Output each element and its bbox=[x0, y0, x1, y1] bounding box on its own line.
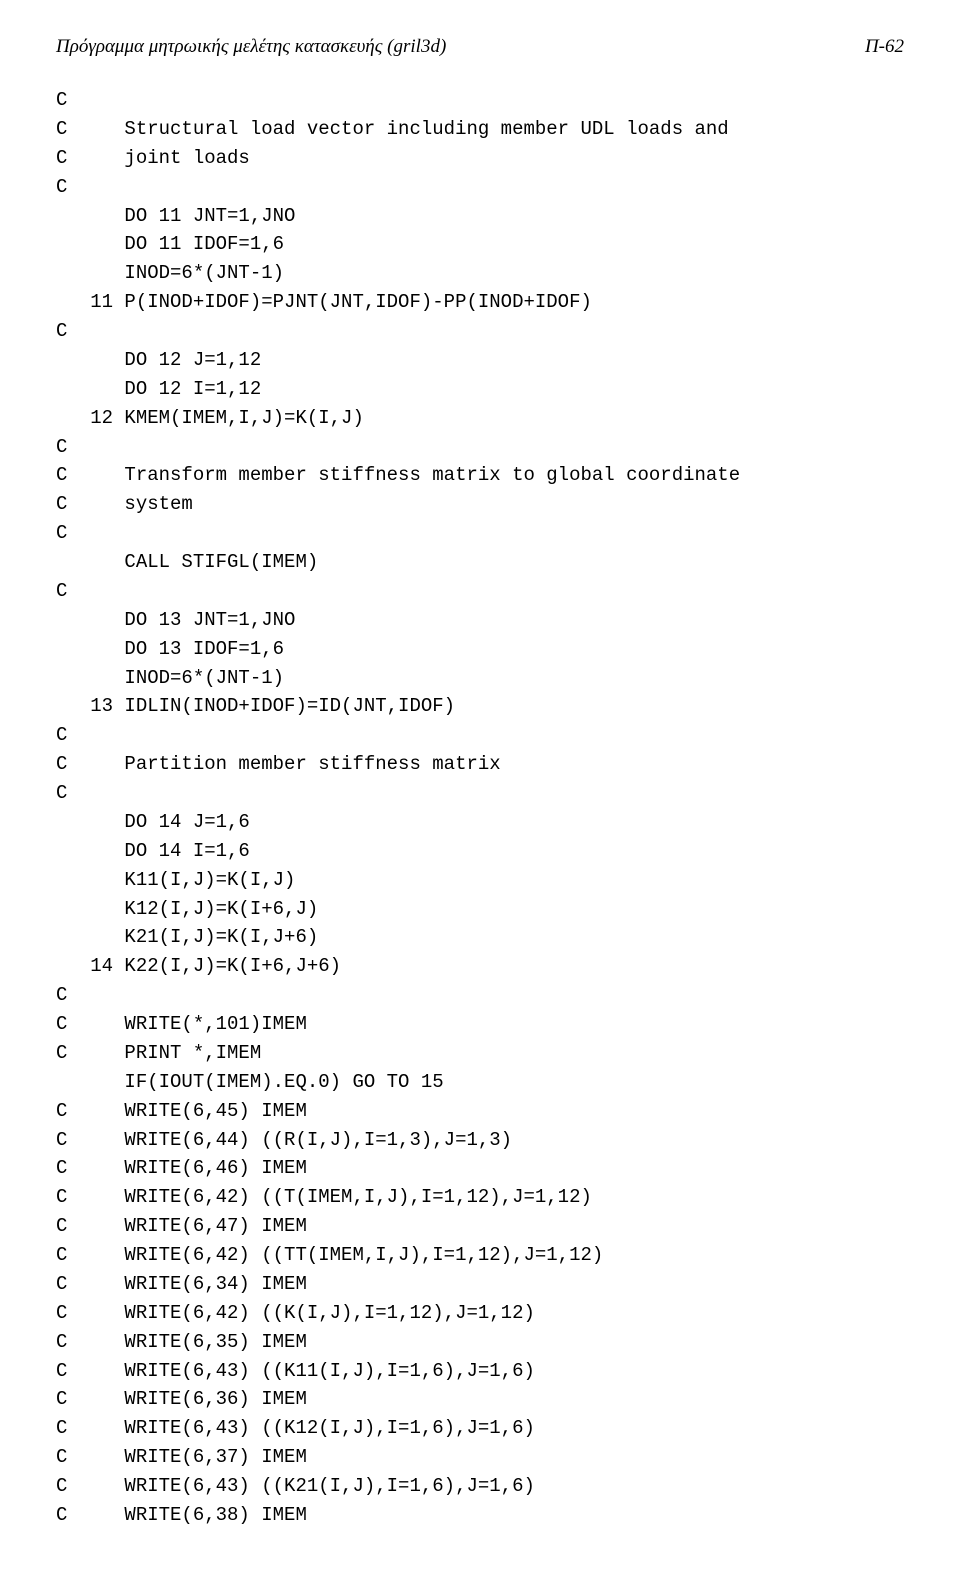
page-header: Πρόγραμμα μητρωικής μελέτης κατασκευής (… bbox=[56, 36, 904, 58]
fortran-source: C C Structural load vector including mem… bbox=[56, 86, 904, 1530]
header-right: Π-62 bbox=[865, 36, 904, 58]
header-left: Πρόγραμμα μητρωικής μελέτης κατασκευής (… bbox=[56, 36, 446, 58]
